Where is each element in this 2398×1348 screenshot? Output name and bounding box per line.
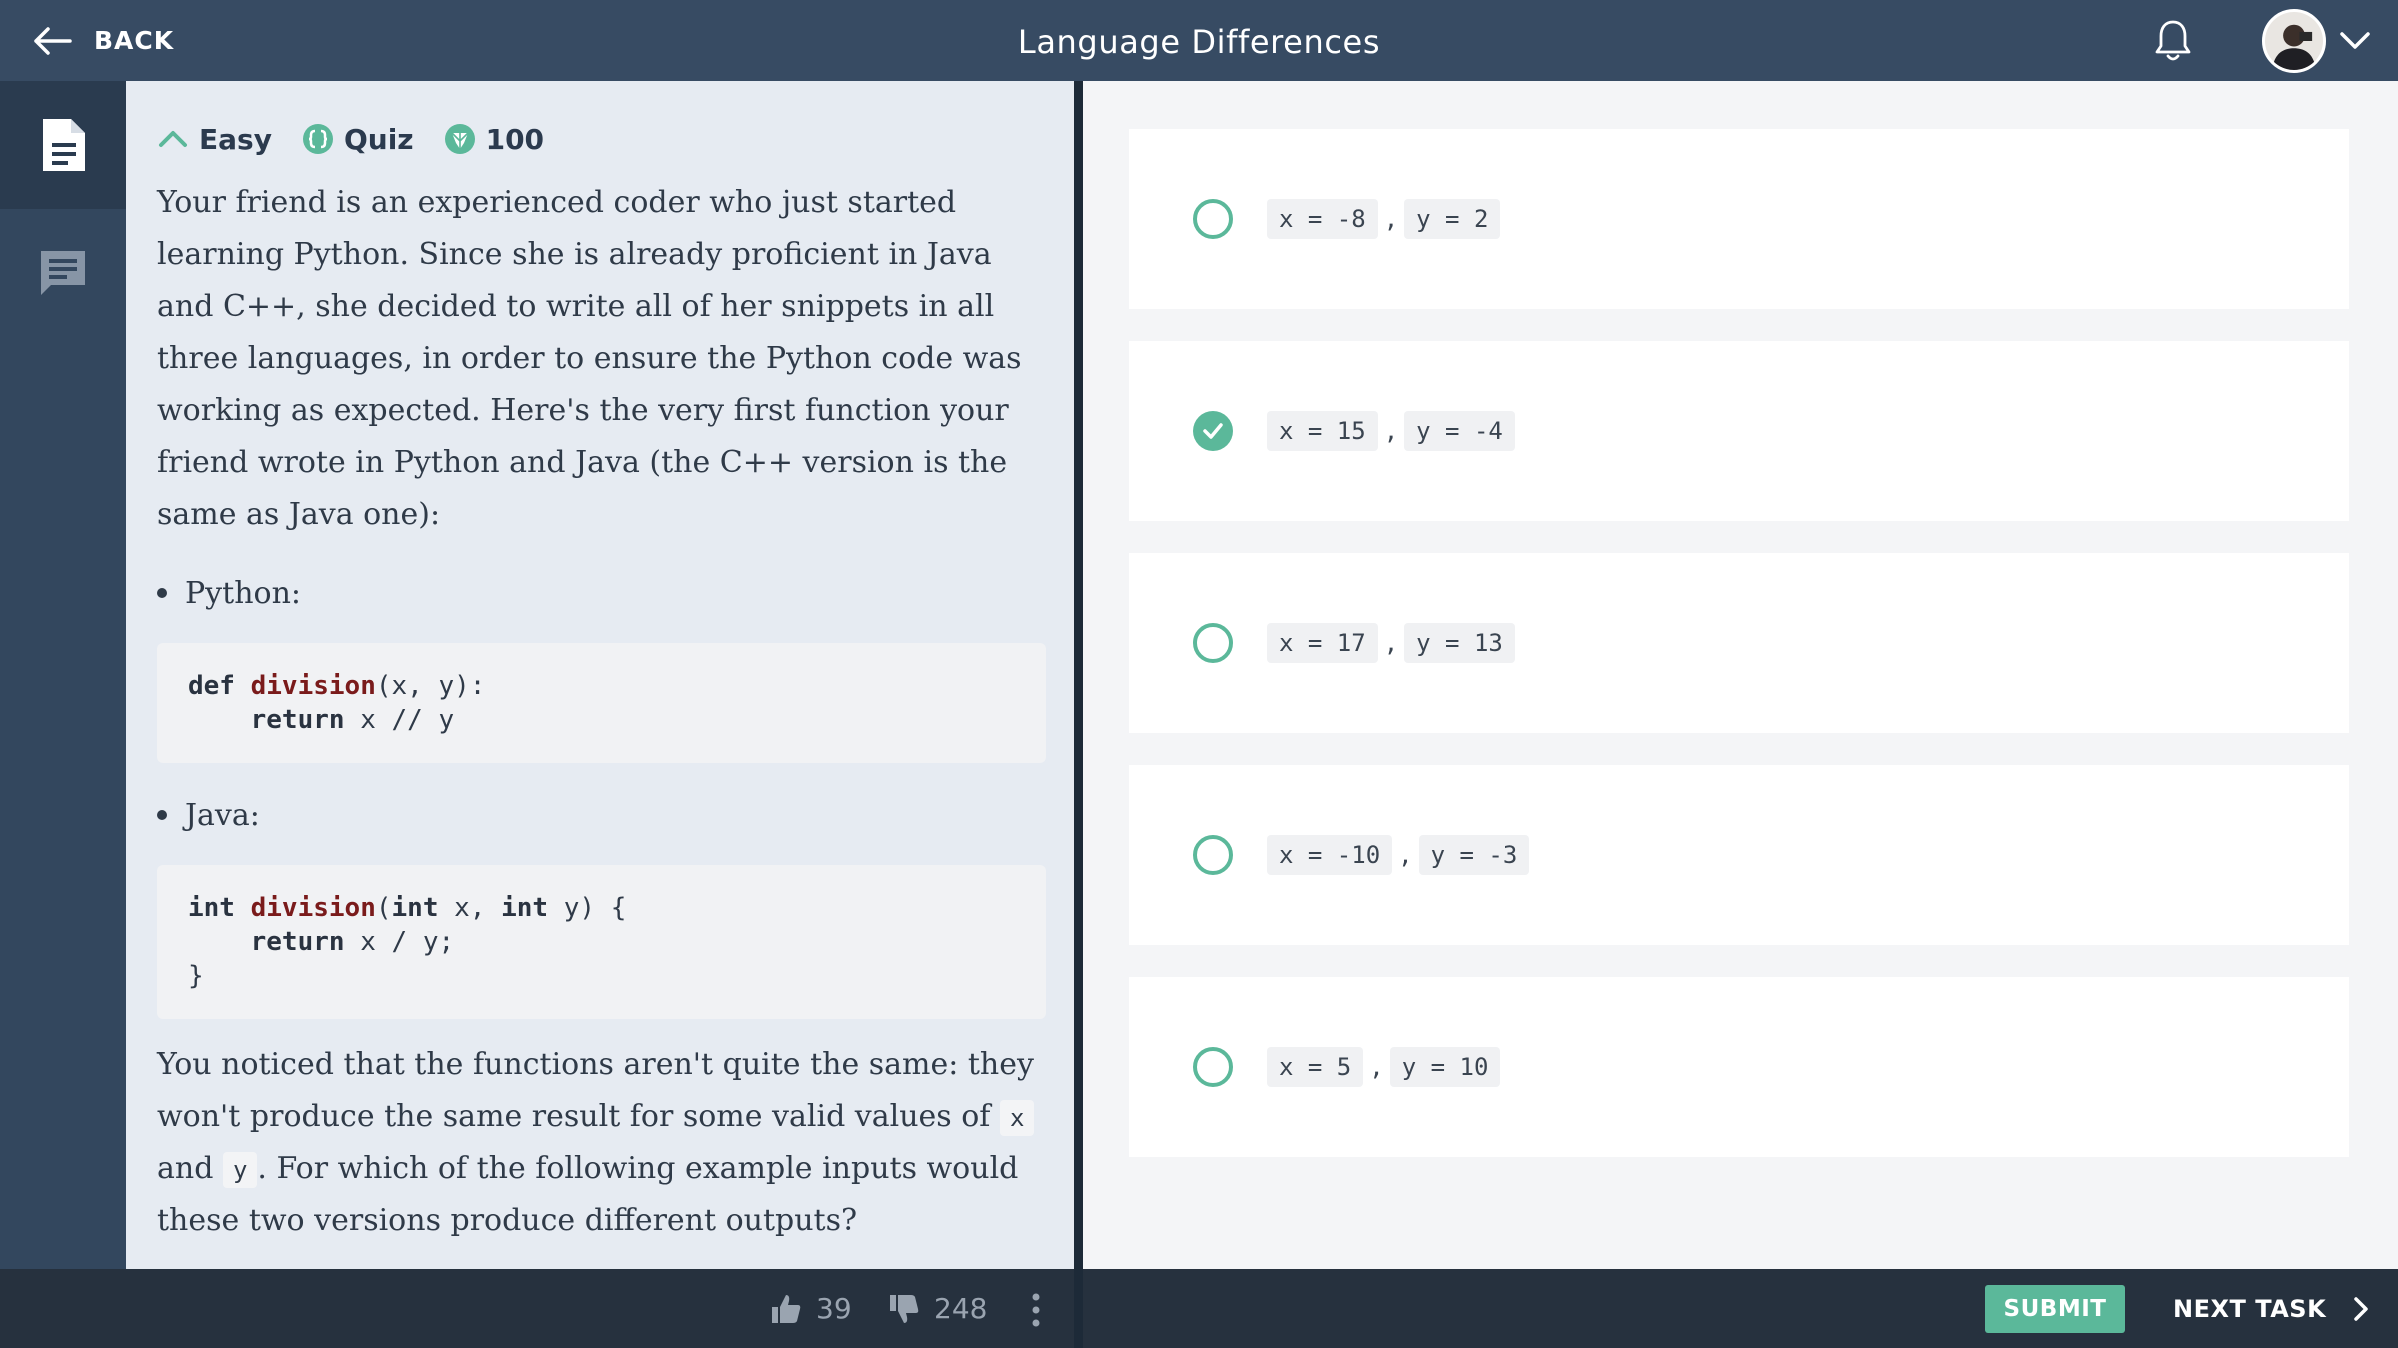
- action-bar: SUBMIT NEXT TASK: [1083, 1269, 2398, 1348]
- inline-code-y: y: [222, 1152, 258, 1188]
- top-bar: BACK Language Differences: [0, 0, 2398, 81]
- option-y-value: y = -3: [1418, 835, 1530, 875]
- task-intro: Your friend is an experienced coder who …: [157, 185, 1022, 532]
- points: 100: [444, 123, 544, 156]
- dislike-count: 248: [934, 1292, 988, 1325]
- option-5[interactable]: x = 5 , y = 10: [1129, 977, 2349, 1157]
- option-y-value: y = 13: [1404, 623, 1515, 663]
- option-y-value: y = 2: [1404, 199, 1501, 239]
- code-block-python: def division(x, y): return x // y: [157, 643, 1046, 763]
- radio-icon[interactable]: [1193, 835, 1233, 875]
- thumbs-down-icon: [890, 1294, 919, 1323]
- thumbs-up-icon: [772, 1294, 801, 1323]
- submit-button[interactable]: SUBMIT: [1985, 1285, 2125, 1333]
- option-x-value: x = -10: [1267, 835, 1393, 875]
- panel-divider[interactable]: [1074, 81, 1083, 1348]
- sidebar: [0, 81, 126, 1269]
- dislike-button[interactable]: 248: [888, 1269, 987, 1348]
- option-x-value: x = 17: [1267, 623, 1378, 663]
- points-shield-icon: [444, 124, 475, 154]
- option-x-value: x = 5: [1267, 1047, 1364, 1087]
- next-task-label: NEXT TASK: [2173, 1294, 2327, 1323]
- like-count: 39: [816, 1292, 852, 1325]
- option-4[interactable]: x = -10 , y = -3: [1129, 765, 2349, 945]
- task-description: Easy Quiz 100 Your friend is an experien…: [126, 81, 1074, 1269]
- task-meta: Easy Quiz 100: [157, 105, 1046, 173]
- bullet-java: Java:: [157, 789, 1046, 841]
- document-icon: [43, 119, 85, 171]
- checkmark-icon: [1203, 423, 1223, 439]
- next-task-button[interactable]: NEXT TASK: [2173, 1269, 2370, 1348]
- difficulty-label: Easy: [199, 122, 272, 156]
- radio-icon[interactable]: [1193, 1047, 1233, 1087]
- radio-icon[interactable]: [1193, 199, 1233, 239]
- code-block-java: int division(int x, int y) { return x / …: [157, 865, 1046, 1019]
- option-1[interactable]: x = -8 , y = 2: [1129, 129, 2349, 309]
- option-y-value: y = -4: [1404, 411, 1515, 451]
- back-button[interactable]: BACK: [32, 0, 174, 81]
- option-2[interactable]: x = 15 , y = -4: [1129, 341, 2349, 521]
- chevron-right-icon: [2354, 1296, 2368, 1321]
- option-x-value: x = -8: [1267, 199, 1378, 239]
- chevron-down-icon[interactable]: [2338, 28, 2372, 52]
- inline-code-x: x: [999, 1100, 1035, 1136]
- feedback-bar: 39 248: [0, 1269, 1074, 1348]
- like-button[interactable]: 39: [770, 1269, 852, 1348]
- chevron-up-icon: [159, 131, 187, 147]
- back-label: BACK: [94, 26, 175, 55]
- sidebar-item-comments[interactable]: [0, 209, 126, 337]
- radio-checked-icon[interactable]: [1193, 411, 1233, 451]
- bullet-python-label: Python:: [185, 575, 302, 611]
- bullet-java-label: Java:: [185, 797, 260, 833]
- quiz-icon: [302, 124, 333, 154]
- points-value: 100: [485, 122, 545, 156]
- answer-options: x = -8 , y = 2 x = 15 , y = -4 x = 17 , …: [1083, 81, 2398, 1269]
- task-type: Quiz: [302, 123, 414, 156]
- more-vertical-icon[interactable]: [1030, 1293, 1042, 1327]
- avatar[interactable]: [2262, 9, 2326, 73]
- bullet-python: Python:: [157, 567, 1046, 619]
- comments-icon: [41, 251, 85, 295]
- task-question: You noticed that the functions aren't qu…: [157, 1047, 1035, 1238]
- sidebar-item-description[interactable]: [0, 81, 126, 209]
- bell-icon[interactable]: [2152, 18, 2194, 64]
- page-title: Language Differences: [1017, 23, 1381, 61]
- option-y-value: y = 10: [1389, 1047, 1501, 1087]
- option-x-value: x = 15: [1267, 411, 1378, 451]
- difficulty: Easy: [157, 123, 272, 156]
- radio-icon[interactable]: [1193, 623, 1233, 663]
- arrow-left-icon: [34, 26, 72, 55]
- task-type-label: Quiz: [343, 122, 414, 156]
- option-3[interactable]: x = 17 , y = 13: [1129, 553, 2349, 733]
- user-photo-icon: [2265, 12, 2323, 70]
